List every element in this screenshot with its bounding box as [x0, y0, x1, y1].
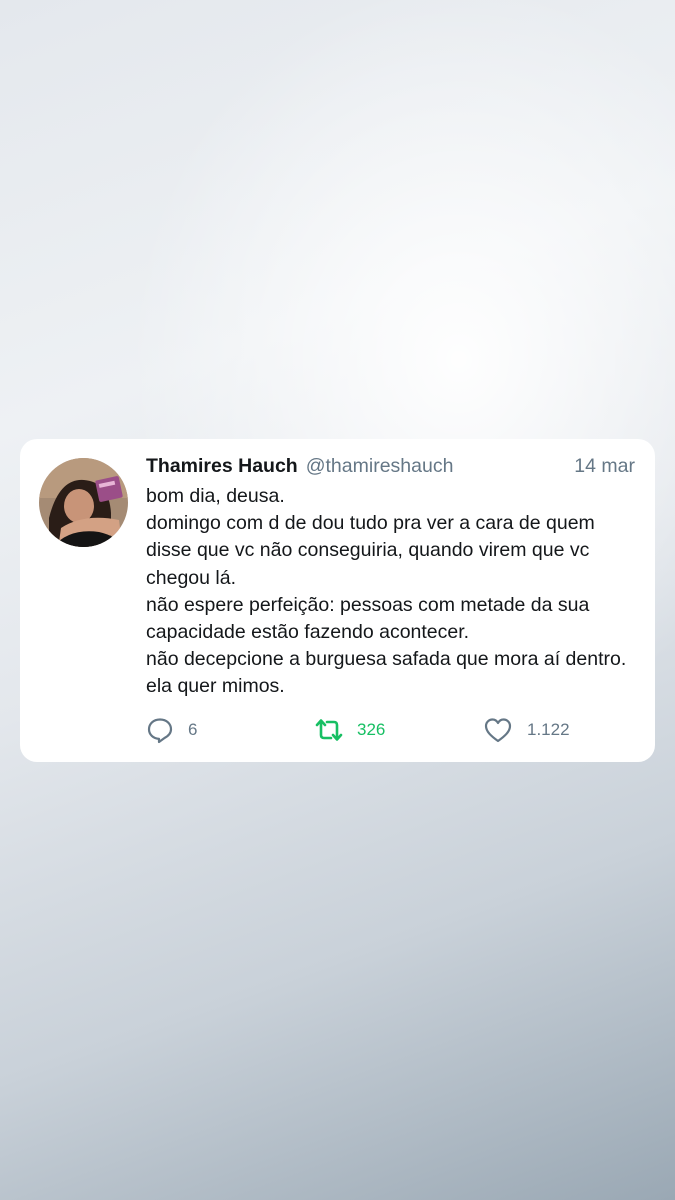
like-button[interactable]: 1.122: [483, 713, 570, 747]
reply-button[interactable]: 6: [146, 713, 197, 747]
reply-count: 6: [188, 720, 198, 739]
retweet-icon: [313, 716, 345, 744]
tweet-actions: 6 326 1.122: [146, 713, 616, 747]
retweet-button[interactable]: 326: [313, 713, 385, 747]
author-name[interactable]: Thamires Hauch: [146, 455, 298, 478]
tweet-card[interactable]: Thamires Hauch @thamireshauch 14 mar bom…: [20, 439, 655, 762]
author-handle[interactable]: @thamireshauch: [306, 455, 454, 478]
tweet-text-line: disse que vc não conseguiria, quando vir…: [146, 539, 590, 562]
avatar[interactable]: [39, 458, 128, 547]
tweet-text-line: não decepcione a burguesa safada que mor…: [146, 648, 627, 671]
tweet-text-line: ela quer mimos.: [146, 675, 285, 698]
tweet-text-line: chegou lá.: [146, 566, 236, 589]
tweet-text-line: não espere perfeição: pessoas com metade…: [146, 593, 590, 616]
tweet-text-line: bom dia, deusa.: [146, 485, 285, 507]
tweet-header: Thamires Hauch @thamireshauch 14 mar: [146, 455, 635, 485]
tweet-text: bom dia, deusa. domingo com d de dou tud…: [146, 483, 641, 701]
avatar-photo: [39, 458, 128, 547]
tweet-date[interactable]: 14 mar: [574, 455, 635, 478]
tweet-text-line: domingo com d de dou tudo pra ver a cara…: [146, 512, 595, 535]
reply-bubble-icon: [146, 716, 174, 744]
tweet-text-line: capacidade estão fazendo acontecer.: [146, 621, 470, 644]
heart-icon: [483, 716, 513, 744]
like-count: 1.122: [527, 720, 570, 739]
retweet-count: 326: [357, 720, 386, 739]
